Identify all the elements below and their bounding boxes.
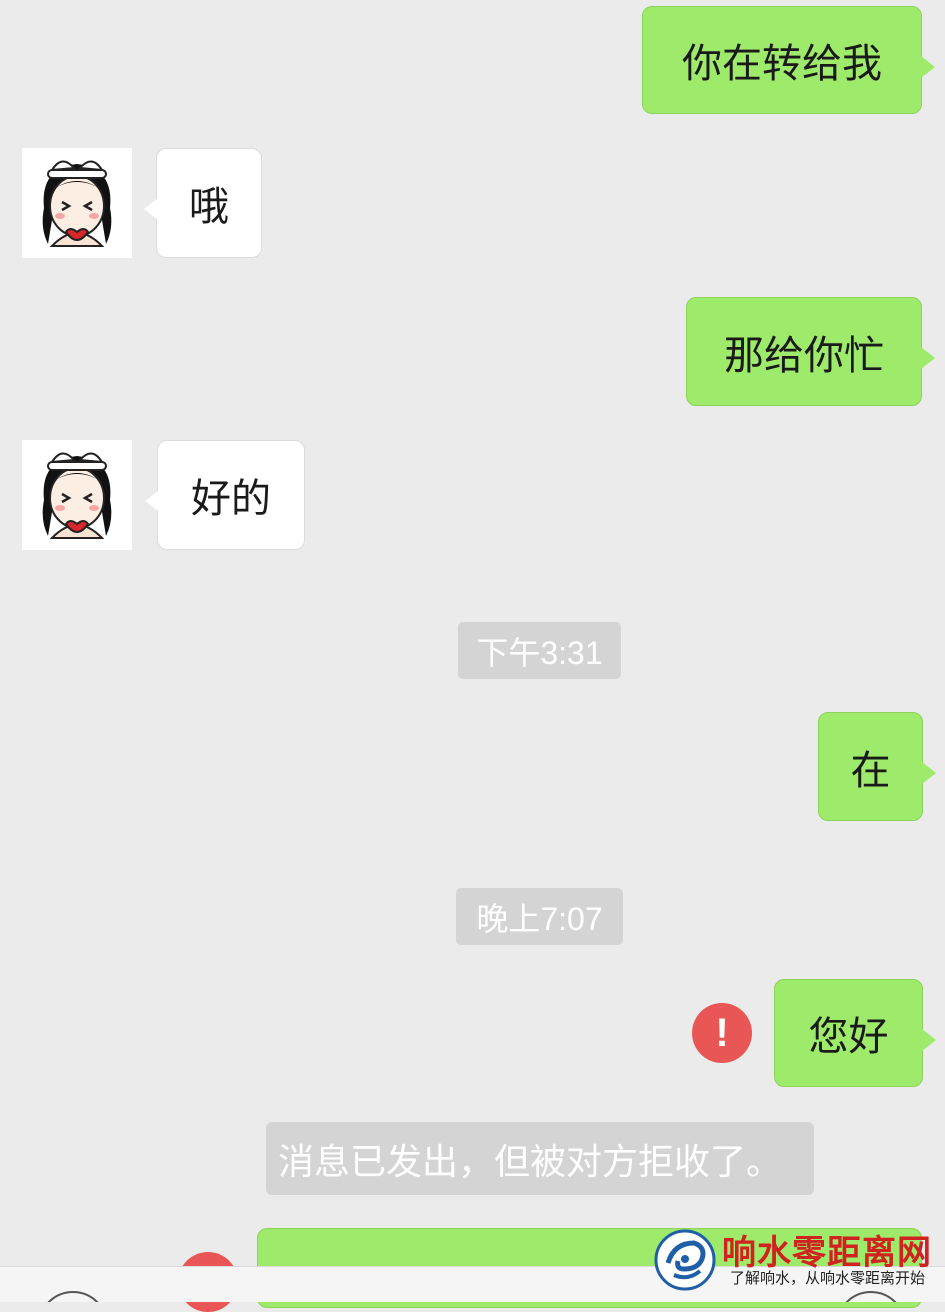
swirl-logo-icon <box>654 1229 716 1291</box>
chat-history[interactable]: 你在转给我 哦 那给你忙 好的 下午3:31 在 晚上7:07 ! 您好 消息已… <box>0 0 945 1312</box>
message-bubble-outgoing[interactable]: 您好 <box>774 979 936 1087</box>
contact-avatar[interactable] <box>22 148 132 258</box>
rejected-notice: 消息已发出，但被对方拒收了。 <box>266 1122 814 1195</box>
message-bubble-outgoing[interactable]: 在 <box>818 712 936 821</box>
voice-toggle-button[interactable] <box>38 1291 108 1302</box>
timestamp: 晚上7:07 <box>456 888 623 945</box>
watermark-subtitle: 了解响水，从响水零距离开始 <box>730 1269 926 1287</box>
timestamp: 下午3:31 <box>458 622 621 679</box>
contact-avatar[interactable] <box>22 440 132 550</box>
site-watermark: 响水零距离网 了解响水，从响水零距离开始 <box>650 1225 945 1301</box>
message-bubble-outgoing[interactable]: 你在转给我 <box>642 6 935 114</box>
cartoon-girl-avatar-icon <box>22 148 132 258</box>
message-bubble-incoming[interactable]: 哦 <box>144 148 262 258</box>
message-bubble-incoming[interactable]: 好的 <box>145 440 305 550</box>
message-bubble-outgoing[interactable]: 那给你忙 <box>686 297 935 406</box>
exclamation-circle-icon[interactable]: ! <box>692 1003 752 1063</box>
cartoon-girl-avatar-icon <box>22 440 132 550</box>
